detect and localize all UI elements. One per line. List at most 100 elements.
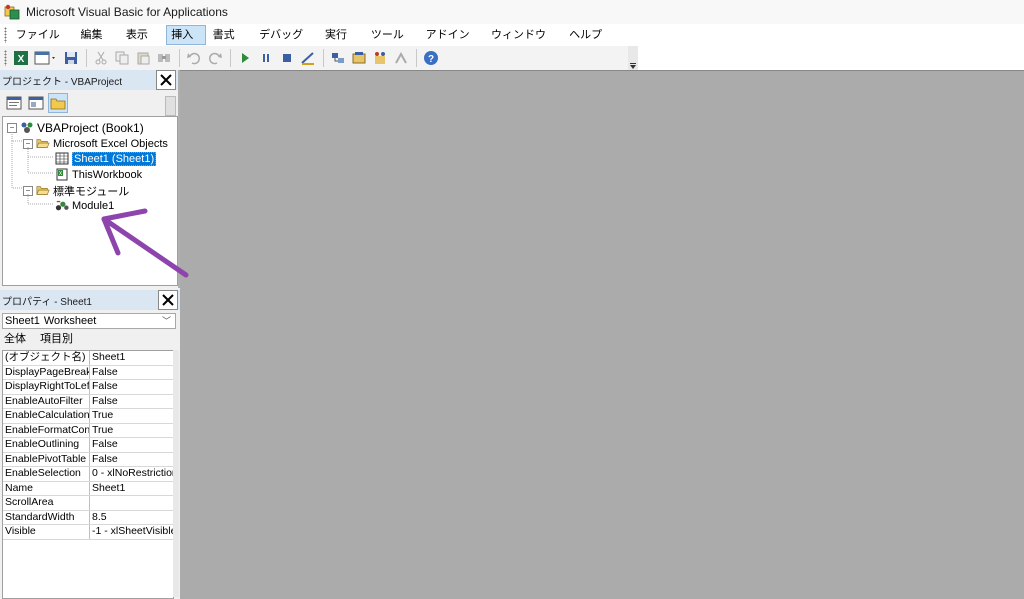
- property-name: StandardWidth: [3, 510, 90, 524]
- run-icon[interactable]: [235, 48, 255, 68]
- menu-file[interactable]: ファイル(F): [11, 25, 74, 59]
- insert-userform-icon[interactable]: [32, 48, 60, 68]
- property-value[interactable]: 0 - xlNoRestrictions: [90, 467, 173, 481]
- design-mode-icon[interactable]: [298, 48, 318, 68]
- title-bar: Microsoft Visual Basic for Applications: [0, 0, 1024, 24]
- folder-icon: [50, 98, 66, 110]
- property-name: Visible: [3, 525, 90, 539]
- menu-tools[interactable]: ツール(T): [366, 25, 419, 59]
- close-icon: [162, 294, 174, 306]
- tab-categorized[interactable]: 項目別: [40, 330, 73, 346]
- property-value[interactable]: Sheet1: [90, 482, 173, 496]
- undo-icon[interactable]: [184, 48, 204, 68]
- property-name: EnableSelection: [3, 467, 90, 481]
- selected-object-name: Sheet1: [5, 315, 40, 327]
- toolbox-icon[interactable]: [391, 48, 411, 68]
- break-icon[interactable]: [256, 48, 276, 68]
- property-row[interactable]: EnablePivotTable False: [3, 452, 173, 467]
- property-value[interactable]: True: [90, 424, 173, 438]
- project-toolbar-scroll[interactable]: [165, 96, 176, 116]
- menu-debug[interactable]: デバッグ(D): [254, 25, 318, 59]
- project-panel-header[interactable]: プロジェクト - VBAProject: [0, 70, 178, 90]
- menu-help[interactable]: ヘルプ(H): [564, 25, 618, 59]
- save-icon[interactable]: [61, 48, 81, 68]
- toolbar-grip[interactable]: [4, 50, 7, 66]
- excel-icon[interactable]: X: [11, 48, 31, 68]
- menu-run[interactable]: 実行(R): [320, 25, 364, 59]
- menu-addins[interactable]: アドイン(A): [421, 25, 484, 59]
- menu-view[interactable]: 表示(V): [121, 25, 164, 59]
- cut-icon[interactable]: [91, 48, 111, 68]
- properties-grid: (オブジェクト名) Sheet1 DisplayPageBreaks False Dis…: [2, 350, 174, 599]
- properties-panel: プロパティ - Sheet1 Sheet1 Worksheet ﹀ 全体 項目別…: [0, 290, 180, 599]
- property-row[interactable]: DisplayRightToLeft False: [3, 380, 173, 395]
- property-name: EnableAutoFilter: [3, 394, 90, 408]
- view-object-icon: [28, 96, 44, 110]
- project-explorer-icon[interactable]: [328, 48, 348, 68]
- tree-connector-lines: [11, 132, 53, 205]
- property-row[interactable]: EnableSelection0 - xlNoRestrictions: [3, 467, 173, 482]
- property-value[interactable]: [90, 496, 173, 510]
- toolbar-separator: [230, 49, 231, 67]
- property-name: EnableOutlining: [3, 438, 90, 452]
- property-row[interactable]: EnableAutoFilter False: [3, 394, 173, 409]
- property-name: EnableFormatConditionsCalculation: [5, 423, 90, 437]
- property-row[interactable]: StandardWidth 8.5: [3, 510, 173, 525]
- property-row[interactable]: Name Sheet1: [3, 481, 173, 496]
- redo-icon[interactable]: [205, 48, 225, 68]
- property-name: DisplayRightToLeft: [5, 380, 90, 394]
- properties-scrollbar[interactable]: [173, 350, 179, 597]
- property-value[interactable]: False: [90, 395, 173, 409]
- menubar-grip[interactable]: [4, 27, 7, 43]
- toggle-folders-button[interactable]: [48, 93, 68, 113]
- menu-edit[interactable]: 編集(E): [76, 25, 119, 59]
- properties-panel-header[interactable]: プロパティ - Sheet1: [0, 290, 180, 310]
- property-row[interactable]: ScrollArea: [3, 496, 173, 511]
- object-browser-icon[interactable]: [370, 48, 390, 68]
- property-row[interactable]: EnableCalculation True: [3, 409, 173, 424]
- properties-window-icon[interactable]: [349, 48, 369, 68]
- object-selector-dropdown[interactable]: Sheet1 Worksheet ﹀: [2, 313, 176, 329]
- property-value[interactable]: True: [90, 409, 173, 423]
- property-row[interactable]: EnableFormatConditionsCalculationTrue: [3, 423, 173, 438]
- close-icon: [160, 74, 172, 86]
- help-icon[interactable]: ?: [421, 48, 441, 68]
- property-value[interactable]: False: [90, 438, 173, 452]
- svg-text:?: ?: [428, 54, 434, 65]
- property-row[interactable]: EnableOutlining False: [3, 438, 173, 453]
- property-value[interactable]: False: [90, 380, 173, 394]
- property-row[interactable]: (オブジェクト名) Sheet1: [3, 351, 173, 366]
- copy-icon[interactable]: [112, 48, 132, 68]
- reset-icon[interactable]: [277, 48, 297, 68]
- menu-window[interactable]: ウィンドウ(W): [486, 25, 562, 59]
- selected-object-type: Worksheet: [43, 315, 97, 327]
- property-row[interactable]: Visible -1 - xlSheetVisible: [3, 525, 173, 540]
- project-panel-close-button[interactable]: [156, 70, 176, 90]
- property-value[interactable]: False: [90, 453, 173, 467]
- project-tree: − VBAProject (Book1) − Microsoft Excel O…: [2, 116, 178, 286]
- toolbar-separator: [416, 49, 417, 67]
- toolbar-separator: [323, 49, 324, 67]
- property-row[interactable]: DisplayPageBreaks False: [3, 365, 173, 380]
- property-value[interactable]: Sheet1: [90, 351, 173, 365]
- left-dock: プロジェクト - VBAProject − VBAProject (Book1)…: [0, 70, 180, 599]
- tab-alphabetic[interactable]: 全体: [4, 330, 26, 346]
- mdi-top-border: [180, 70, 1024, 71]
- view-code-button[interactable]: [4, 93, 24, 113]
- properties-panel-close-button[interactable]: [158, 290, 178, 310]
- property-name: EnableCalculation: [5, 409, 90, 423]
- vba-app-icon: [4, 4, 20, 20]
- toolbar-overflow-button[interactable]: [628, 46, 638, 70]
- view-code-icon: [6, 96, 22, 110]
- property-value[interactable]: 8.5: [90, 511, 173, 525]
- code-window-area[interactable]: [180, 70, 1024, 599]
- view-object-button[interactable]: [26, 93, 46, 113]
- find-icon[interactable]: [154, 48, 174, 68]
- chevron-down-icon: ﹀: [161, 316, 171, 326]
- property-value[interactable]: -1 - xlSheetVisible: [90, 525, 173, 539]
- menu-format[interactable]: 書式(O): [208, 25, 252, 59]
- menu-insert[interactable]: 挿入(I): [166, 25, 206, 59]
- property-value[interactable]: False: [90, 366, 173, 380]
- menu-bar: ファイル(F) 編集(E) 表示(V) 挿入(I) 書式(O) デバッグ(D) …: [0, 24, 620, 59]
- paste-icon[interactable]: [133, 48, 153, 68]
